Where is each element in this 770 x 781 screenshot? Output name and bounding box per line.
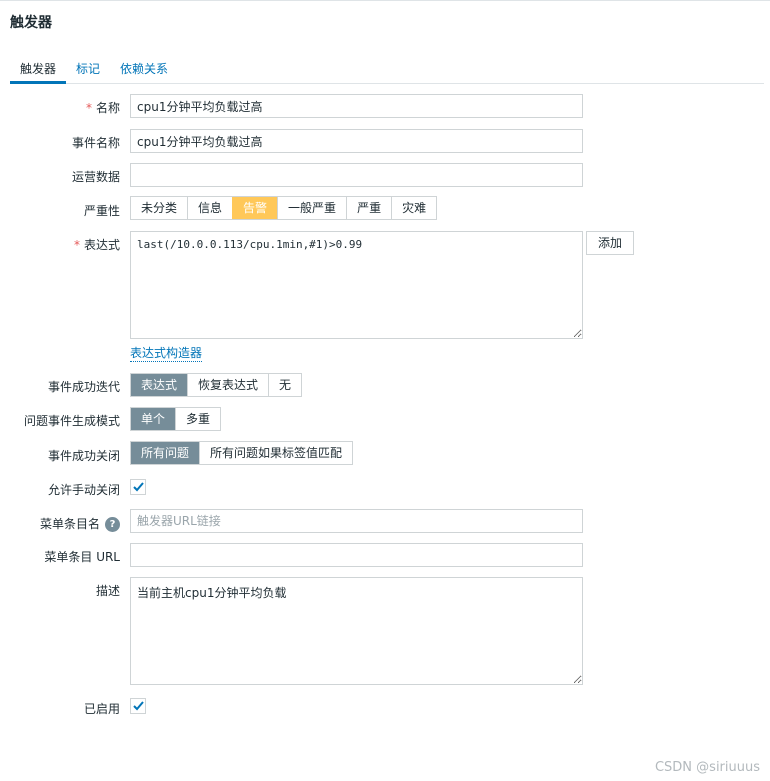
expression-textarea[interactable]: last(/10.0.0.113/cpu.1min,#1)>0.99 (130, 231, 583, 339)
ok-event-expression[interactable]: 表达式 (131, 374, 188, 396)
help-icon[interactable]: ? (105, 517, 120, 532)
add-expression-button[interactable]: 添加 (586, 231, 634, 255)
problem-mode-single[interactable]: 单个 (131, 408, 176, 430)
allow-manual-close-checkbox[interactable] (130, 479, 146, 495)
ok-event-closes-selector: 所有问题 所有问题如果标签值匹配 (130, 441, 354, 465)
menu-entry-name-input[interactable] (130, 509, 583, 533)
enabled-label: 已启用 (83, 702, 120, 716)
problem-event-mode-label: 问题事件生成模式 (23, 414, 120, 428)
name-input[interactable] (130, 94, 583, 118)
watermark: CSDN @siriuuus (654, 760, 760, 775)
severity-label: 严重性 (83, 204, 120, 218)
event-name-label: 事件名称 (71, 136, 120, 150)
closes-all-problems[interactable]: 所有问题 (131, 442, 200, 464)
severity-average[interactable]: 一般严重 (277, 197, 346, 219)
problem-mode-multiple[interactable]: 多重 (175, 408, 220, 430)
severity-selector: 未分类 信息 告警 一般严重 严重 灾难 (130, 196, 438, 220)
expression-constructor-link[interactable]: 表达式构造器 (130, 344, 203, 362)
ok-event-generation-label: 事件成功迭代 (47, 380, 120, 394)
event-name-input[interactable] (130, 129, 583, 153)
enabled-checkbox[interactable] (130, 698, 146, 714)
menu-entry-url-label: 菜单条目 URL (44, 550, 120, 564)
description-textarea[interactable]: 当前主机cpu1分钟平均负载 (130, 577, 583, 685)
checkmark-icon (133, 701, 144, 711)
ok-event-generation-selector: 表达式 恢复表达式 无 (130, 373, 303, 397)
ok-event-none[interactable]: 无 (268, 374, 301, 396)
severity-not-classified[interactable]: 未分类 (131, 197, 187, 219)
ok-event-recovery-expression[interactable]: 恢复表达式 (187, 374, 268, 396)
tab-dependencies[interactable]: 依赖关系 (120, 60, 168, 77)
operational-data-input[interactable] (130, 163, 583, 187)
menu-entry-name-label: 菜单条目名? (40, 515, 120, 532)
menu-entry-url-input[interactable] (130, 543, 583, 567)
severity-information[interactable]: 信息 (187, 197, 232, 219)
top-border (0, 0, 770, 1)
active-tab-indicator (10, 81, 66, 84)
expression-label: * 表达式 (73, 238, 120, 252)
operational-data-label: 运营数据 (71, 170, 120, 184)
name-label: * 名称 (85, 101, 120, 115)
problem-event-mode-selector: 单个 多重 (130, 407, 222, 431)
required-marker: * (73, 238, 80, 252)
closes-tag-match[interactable]: 所有问题如果标签值匹配 (199, 442, 352, 464)
required-marker: * (85, 101, 92, 115)
severity-disaster[interactable]: 灾难 (391, 197, 436, 219)
page-title: 触发器 (10, 15, 52, 31)
tab-trigger[interactable]: 触发器 (20, 60, 56, 77)
severity-high[interactable]: 严重 (346, 197, 391, 219)
tab-bar: 触发器 标记 依赖关系 (10, 58, 764, 84)
allow-manual-close-label: 允许手动关闭 (47, 483, 120, 497)
ok-event-closes-label: 事件成功关闭 (47, 449, 120, 463)
severity-warning[interactable]: 告警 (232, 197, 278, 219)
tab-tags[interactable]: 标记 (76, 60, 100, 77)
description-label: 描述 (95, 584, 120, 598)
checkmark-icon (133, 482, 144, 492)
